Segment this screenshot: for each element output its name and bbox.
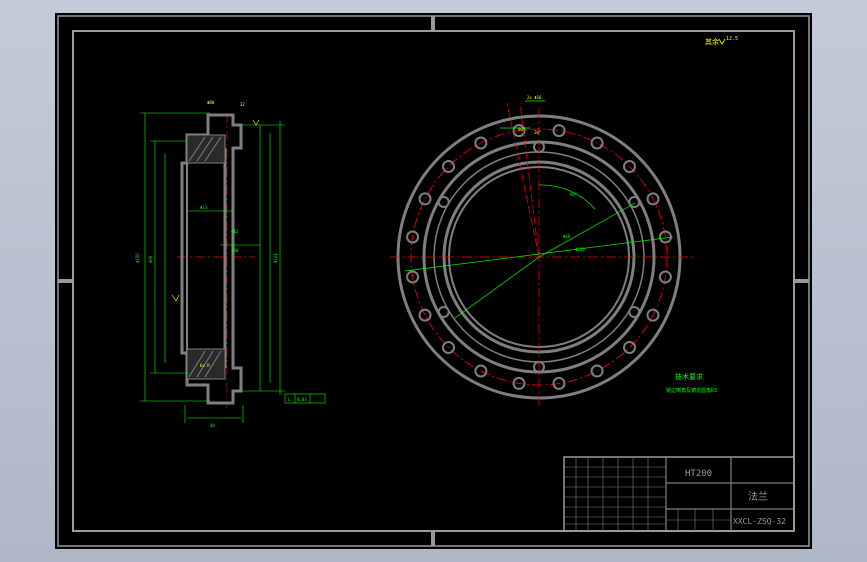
- svg-text:Φ18: Φ18: [563, 234, 571, 239]
- section-view: Φ13 Φ12 Φ90 40 0.03 1 Φ150 Φ90 Φ124 Φ80 …: [135, 100, 326, 428]
- general-surface-finish: 其余 12.5: [705, 36, 738, 46]
- svg-text:Φ90: Φ90: [148, 255, 153, 263]
- svg-text:0.03: 0.03: [297, 397, 307, 402]
- title-block-texts: HT200 法兰 XXCL-ZSQ-32: [685, 469, 786, 526]
- bolt-hole: [442, 160, 455, 173]
- svg-text:Φ150: Φ150: [135, 253, 140, 263]
- svg-text:其余: 其余: [705, 37, 719, 46]
- svg-text:32: 32: [240, 102, 245, 107]
- cad-drawing-canvas: 其余 12.5 Φ13 Φ12 Φ90 40 0.03 1 Φ150 Φ90 Φ…: [57, 15, 810, 547]
- part-name-text: 法兰: [748, 490, 768, 503]
- svg-text:20°: 20°: [534, 130, 541, 135]
- svg-text:Φ12: Φ12: [231, 229, 239, 234]
- section-dimension-texts: Φ13 Φ12 Φ90 40 0.03 1 Φ150 Φ90 Φ124: [135, 205, 307, 428]
- drawing-number-text: XXCL-ZSQ-32: [733, 517, 786, 526]
- front-view: 60° Φ18 Φ150 2x Φ16 90° 20° 技术要求 锐边倒角及铸造…: [390, 95, 717, 408]
- bolt-hole: [418, 308, 432, 322]
- inner-hole: [437, 196, 450, 208]
- cad-viewport[interactable]: 其余 12.5 Φ13 Φ12 Φ90 40 0.03 1 Φ150 Φ90 Φ…: [55, 13, 812, 549]
- drawing-border: [57, 15, 810, 547]
- svg-text:Φ90: Φ90: [231, 248, 239, 253]
- bolt-hole: [418, 192, 432, 206]
- svg-text:90°: 90°: [518, 127, 525, 132]
- svg-text:Φ13: Φ13: [200, 205, 208, 210]
- svg-text:60°: 60°: [570, 192, 577, 197]
- svg-text:Φ124: Φ124: [273, 253, 278, 263]
- svg-text:锐边倒角及铸造圆角R3: 锐边倒角及铸造圆角R3: [666, 387, 717, 394]
- svg-text:40: 40: [210, 423, 215, 428]
- material-text: HT200: [685, 469, 712, 479]
- bolt-hole: [623, 341, 636, 354]
- bolt-hole: [552, 124, 566, 138]
- svg-text:12.5: 12.5: [726, 36, 738, 42]
- inner-hole: [437, 306, 450, 318]
- svg-text:1: 1: [287, 397, 290, 402]
- svg-text:6x R: 6x R: [200, 363, 210, 368]
- svg-text:Φ80: Φ80: [207, 100, 215, 105]
- inner-hole: [628, 306, 641, 318]
- bolt-hole: [590, 136, 604, 150]
- svg-text:技术要求: 技术要求: [675, 372, 703, 381]
- technical-requirements: 技术要求 锐边倒角及铸造圆角R3: [666, 372, 717, 394]
- svg-text:Φ150: Φ150: [575, 247, 585, 252]
- svg-text:2x Φ16: 2x Φ16: [527, 95, 542, 100]
